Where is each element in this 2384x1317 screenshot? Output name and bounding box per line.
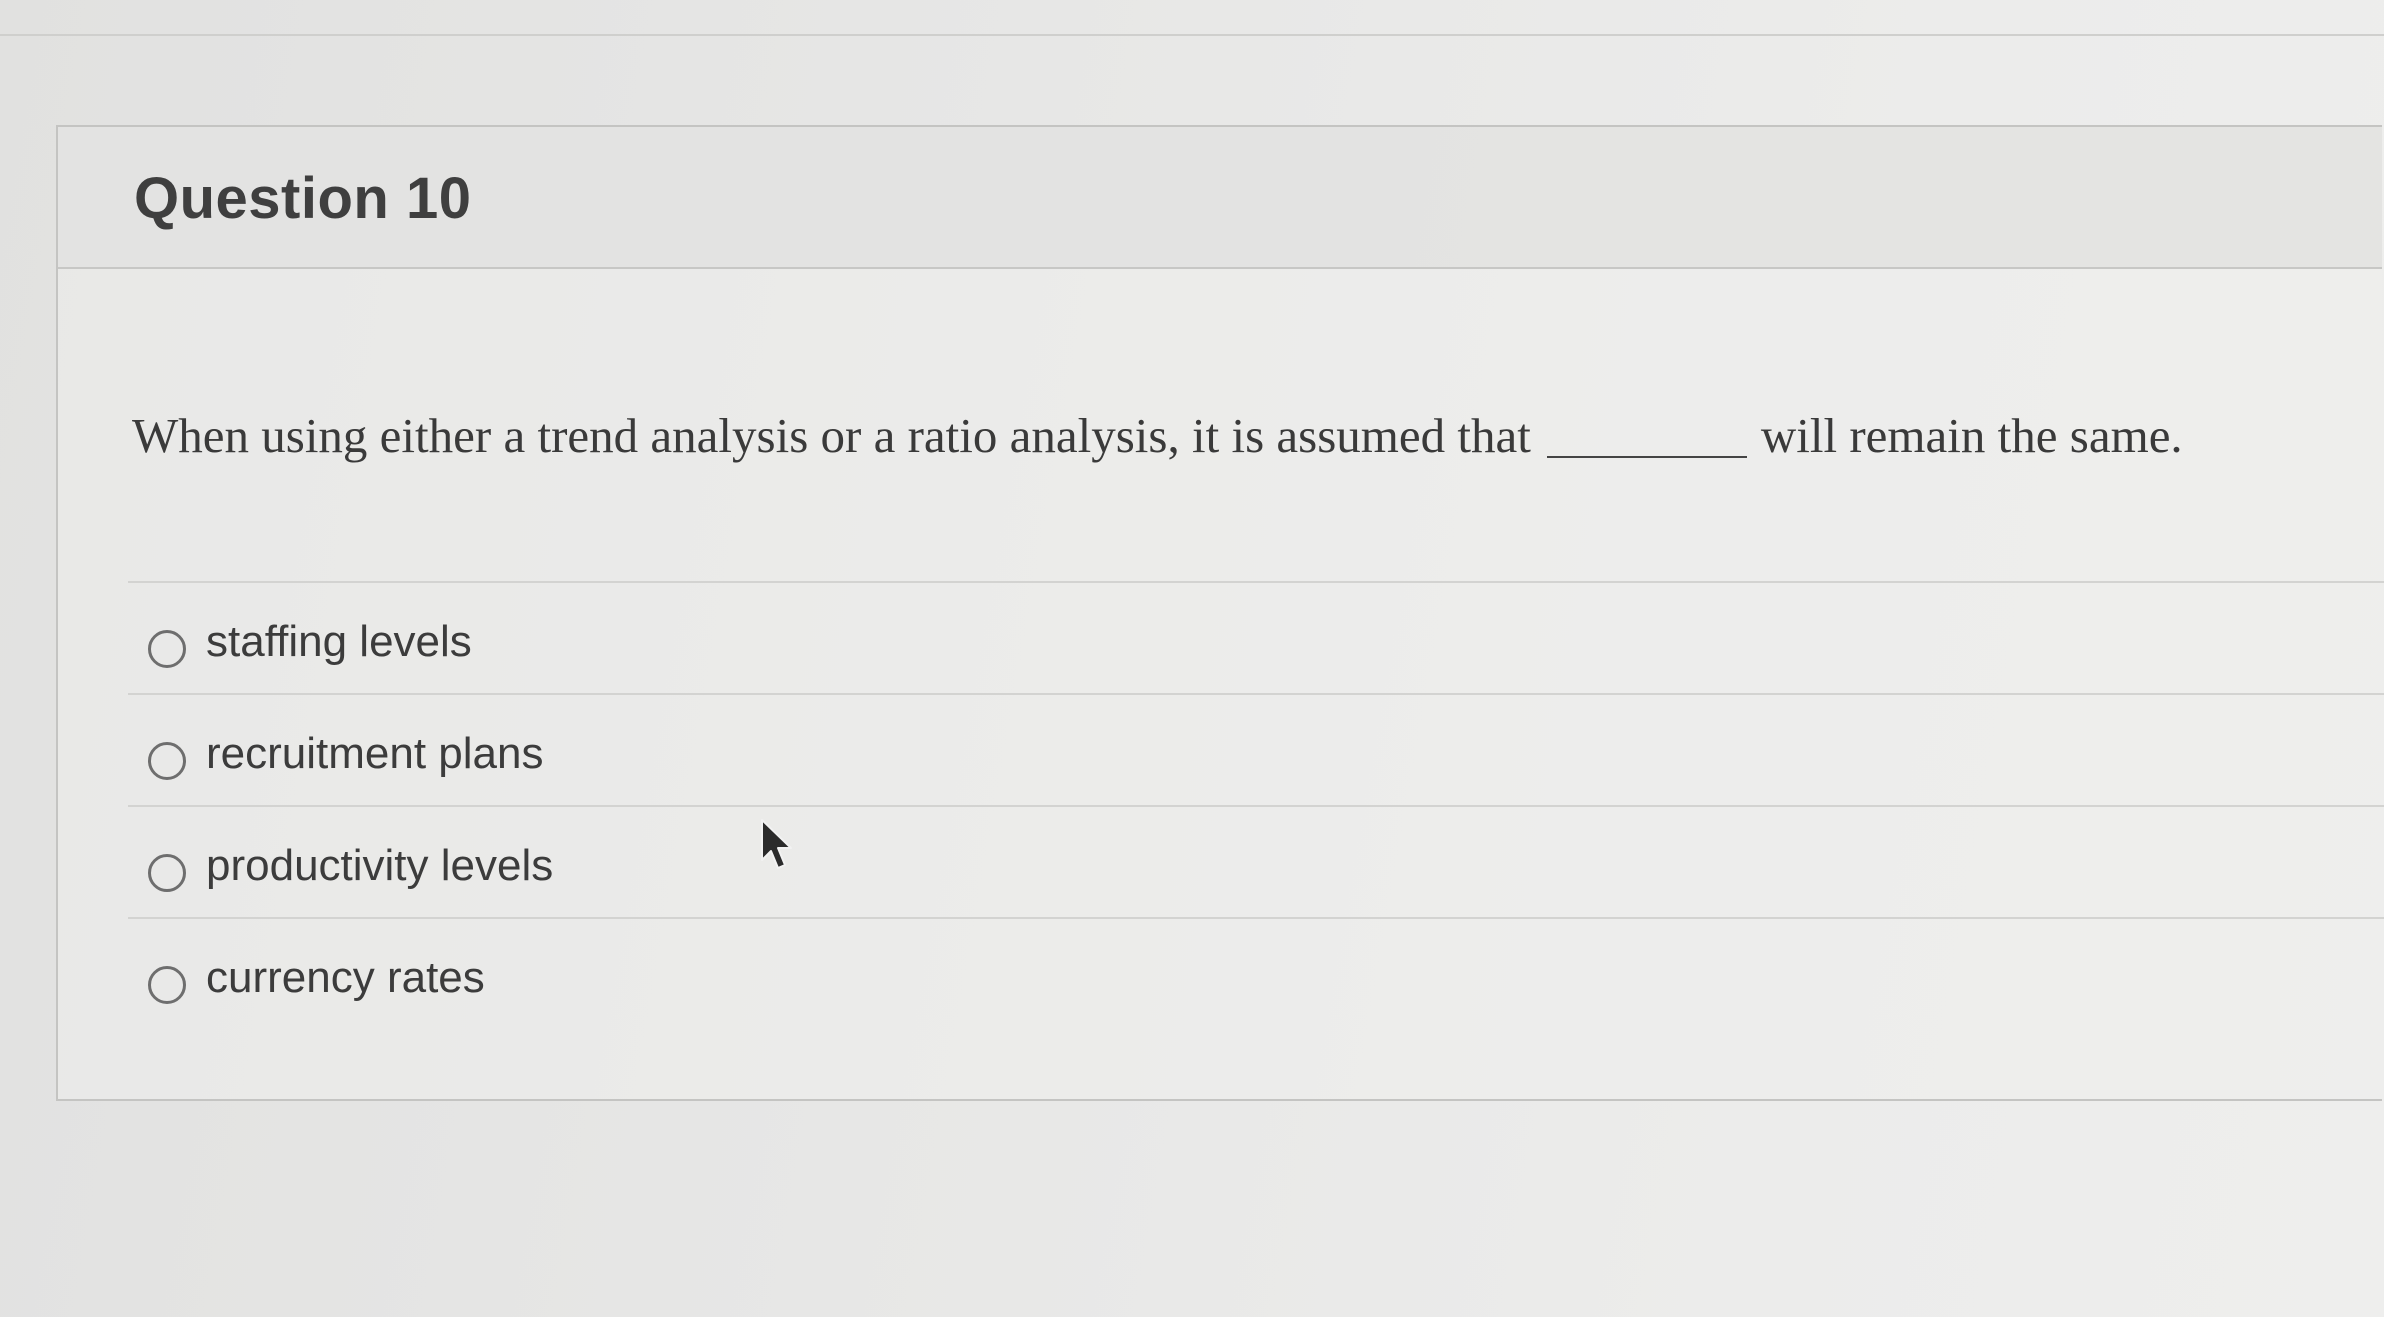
question-title: Question 10 [134,166,472,231]
answer-option[interactable]: recruitment plans [128,693,2384,805]
question-card: Question 10 When using either a trend an… [56,125,2384,1101]
answer-label[interactable]: staffing levels [206,617,472,667]
answer-label[interactable]: currency rates [206,953,485,1003]
answer-option[interactable]: productivity levels [128,805,2384,917]
question-header: Question 10 [58,127,2382,269]
answer-label[interactable]: recruitment plans [206,729,543,779]
answer-list: staffing levels recruitment plans produc… [128,581,2384,1029]
question-text-before-blank: When using either a trend analysis or a … [132,408,1531,463]
answer-option[interactable]: currency rates [128,917,2384,1029]
top-divider [0,34,2384,36]
mouse-pointer-icon [761,819,792,869]
radio-button-icon[interactable] [148,854,186,892]
question-text: When using either a trend analysis or a … [132,407,2183,464]
answer-blank [1546,456,1747,458]
question-text-after-blank: will remain the same. [1760,408,2183,463]
answer-option[interactable]: staffing levels [128,581,2384,693]
radio-button-icon[interactable] [148,630,186,668]
radio-button-icon[interactable] [148,966,186,1004]
answer-label[interactable]: productivity levels [206,841,553,891]
radio-button-icon[interactable] [148,742,186,780]
